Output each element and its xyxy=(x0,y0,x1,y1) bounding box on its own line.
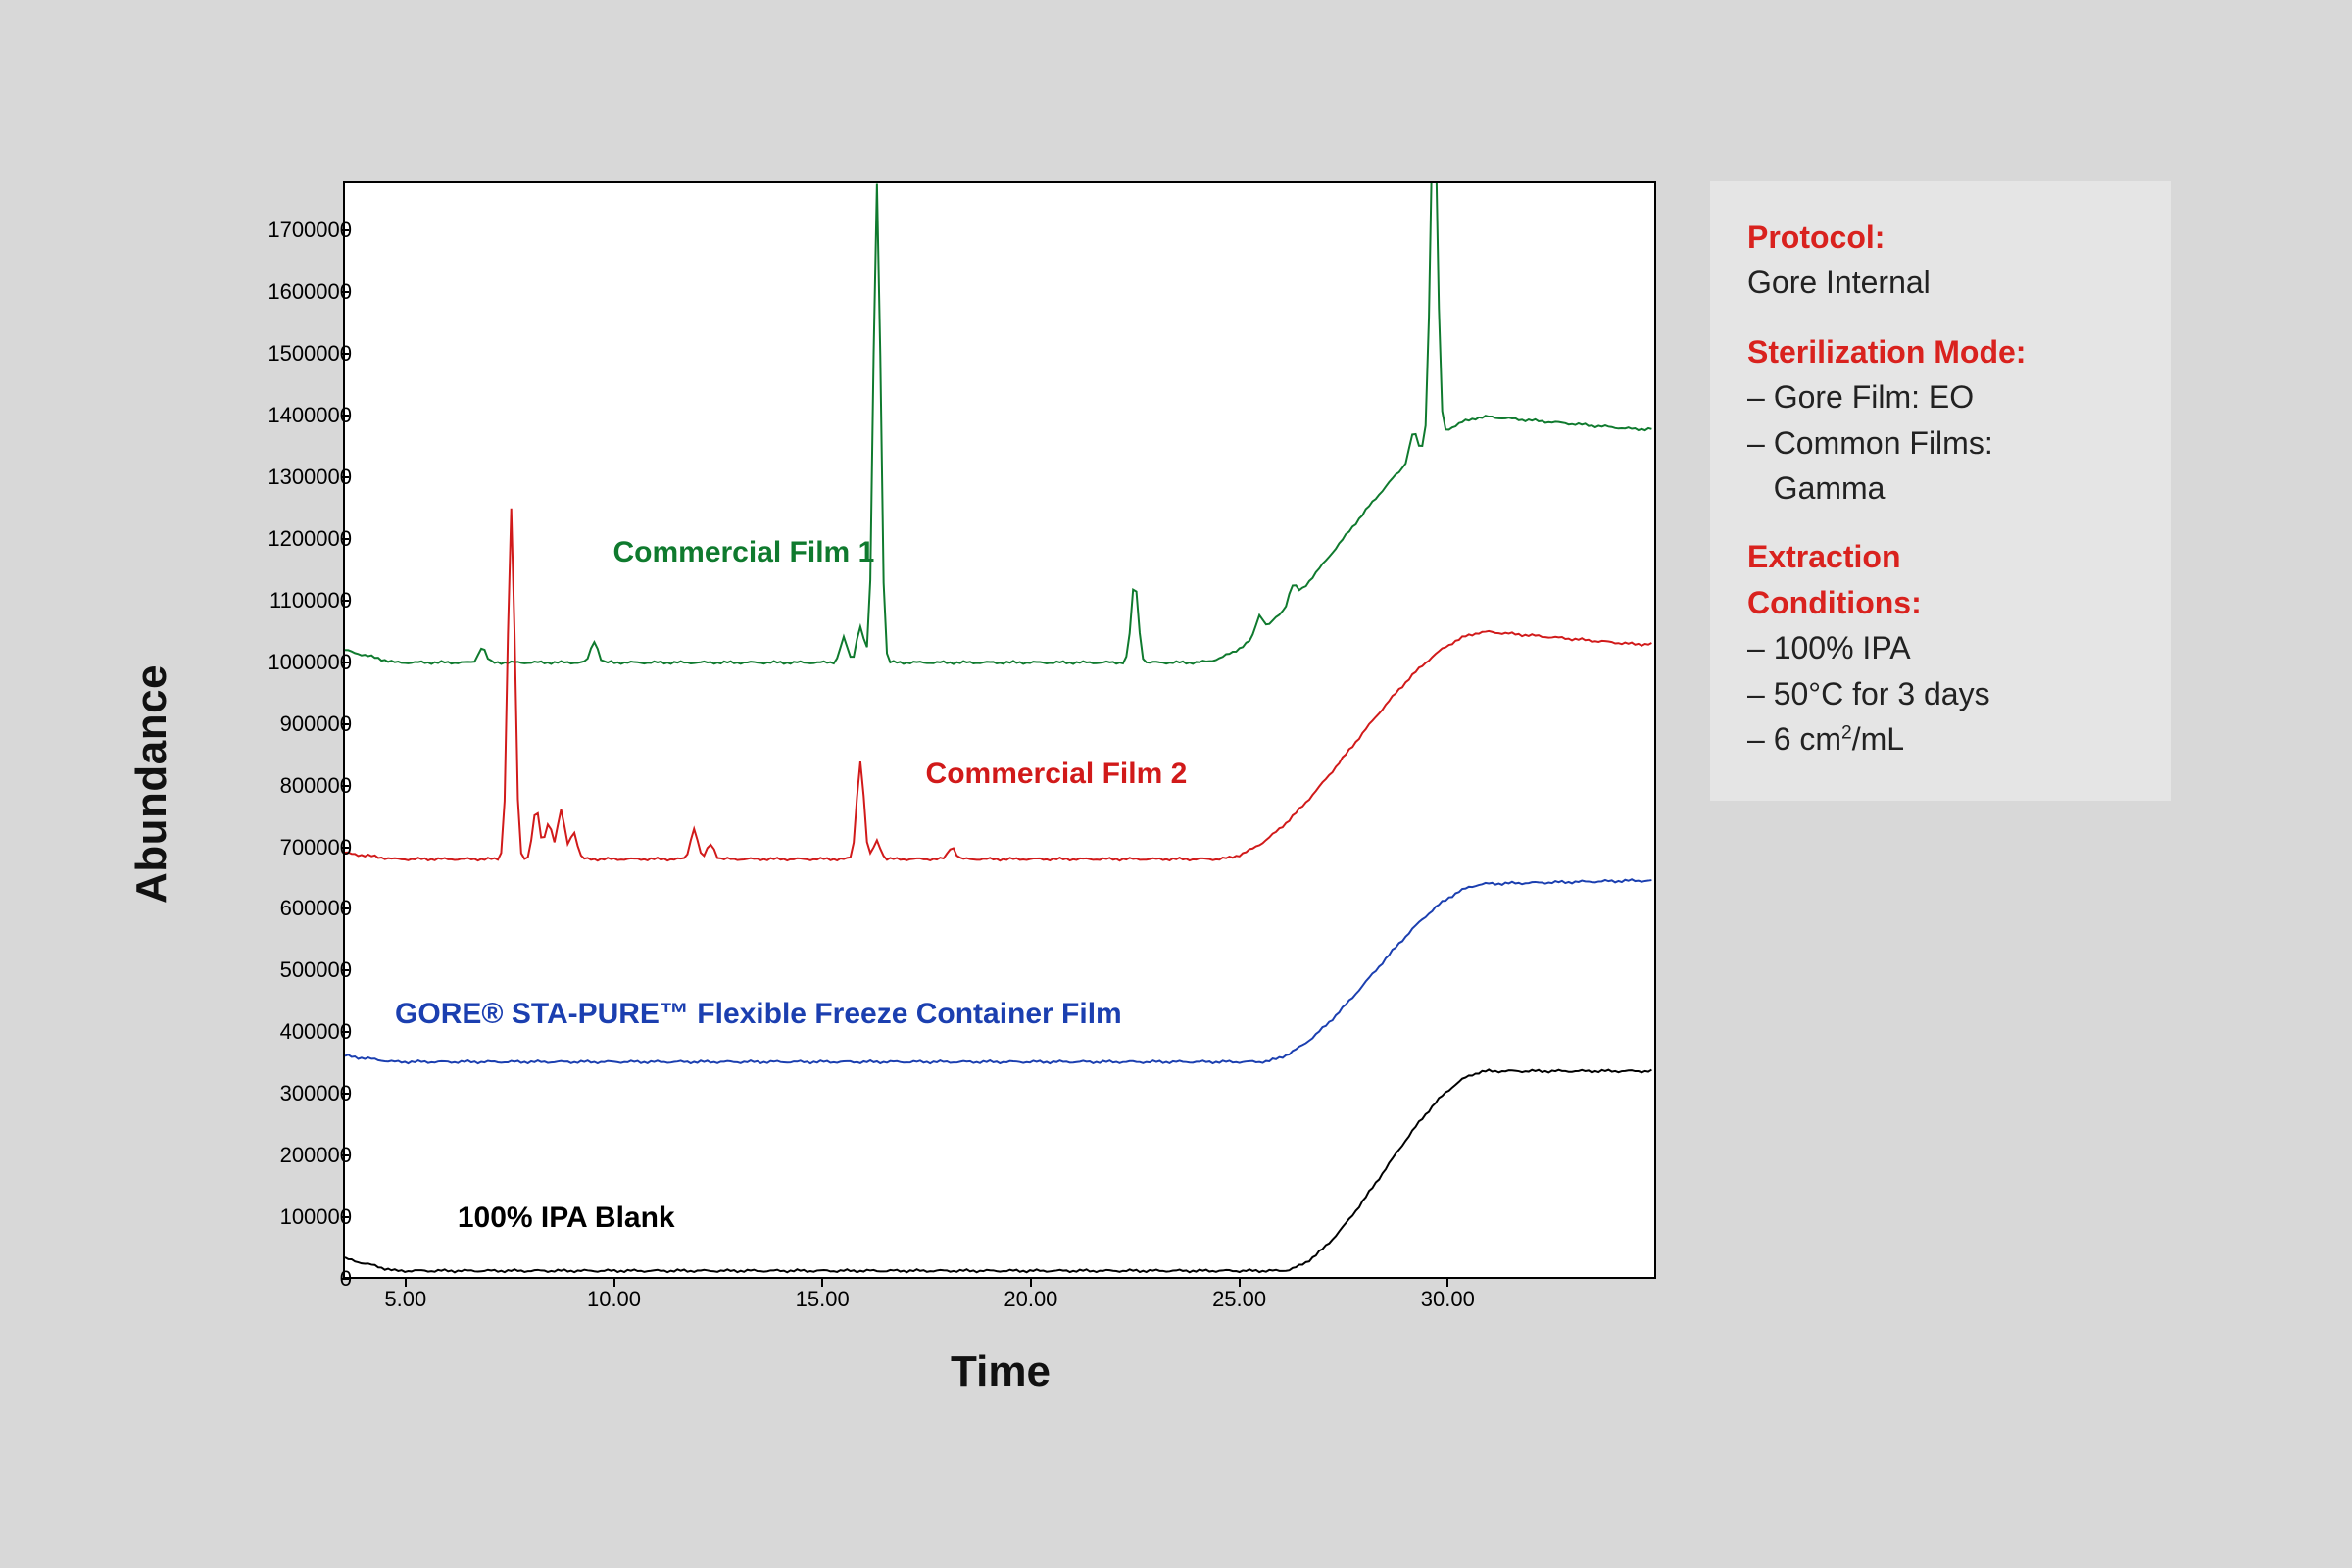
sterilization-item: – Common Films: xyxy=(1747,420,2133,466)
y-tick-label: 1500000 xyxy=(244,341,352,367)
y-tick-label: 700000 xyxy=(244,835,352,860)
y-tick-label: 1200000 xyxy=(244,526,352,552)
x-tick-label: 5.00 xyxy=(384,1287,426,1312)
extraction-heading-1: Extraction xyxy=(1747,534,2133,579)
y-tick-label: 300000 xyxy=(244,1081,352,1106)
plot-area: Commercial Film 1 Commercial Film 2 GORE® … xyxy=(343,181,1656,1279)
y-tick-label: 1000000 xyxy=(244,650,352,675)
chromatogram-chart: Abundance Time Commercial Film 1Commerci… xyxy=(181,181,1671,1387)
extraction-item: – 100% IPA xyxy=(1747,625,2133,670)
y-tick-label: 1700000 xyxy=(244,218,352,243)
y-axis-label: Abundance xyxy=(127,664,176,904)
protocol-heading: Protocol: xyxy=(1747,215,2133,260)
protocol-value: Gore Internal xyxy=(1747,260,2133,305)
series-label: Commercial Film 1 xyxy=(612,536,874,569)
y-tick-label: 0 xyxy=(244,1266,352,1292)
x-tick-label: 15.00 xyxy=(796,1287,850,1312)
y-tick-label: 200000 xyxy=(244,1143,352,1168)
trace-commercial-film-1 xyxy=(345,183,1651,664)
trace-gore-sta-pure-flexible-freeze-container-film xyxy=(345,879,1651,1063)
x-axis-label: Time xyxy=(951,1348,1051,1396)
sterilization-heading: Sterilization Mode: xyxy=(1747,329,2133,374)
y-tick-label: 1600000 xyxy=(244,279,352,305)
y-tick-label: 800000 xyxy=(244,773,352,799)
trace-commercial-film-2 xyxy=(345,509,1651,860)
y-tick-label: 600000 xyxy=(244,896,352,921)
y-tick-label: 500000 xyxy=(244,957,352,983)
sterilization-item: Gamma xyxy=(1747,466,2133,511)
extraction-heading-2: Conditions: xyxy=(1747,580,2133,625)
series-label: GORE® STA-PURE™ Flexible Freeze Containe… xyxy=(395,998,1122,1031)
trace-100-ipa-blank xyxy=(345,1069,1651,1272)
y-tick-label: 900000 xyxy=(244,711,352,737)
x-tick-label: 10.00 xyxy=(587,1287,641,1312)
y-tick-label: 1300000 xyxy=(244,465,352,490)
x-tick-label: 30.00 xyxy=(1421,1287,1475,1312)
conditions-panel: Protocol: Gore Internal Sterilization Mo… xyxy=(1710,181,2171,801)
extraction-item: – 6 cm2/mL xyxy=(1747,716,2133,761)
series-label: Commercial Film 2 xyxy=(926,758,1188,791)
x-tick-label: 25.00 xyxy=(1212,1287,1266,1312)
chart-traces xyxy=(345,183,1654,1277)
series-label: 100% IPA Blank xyxy=(458,1201,675,1235)
sterilization-item: – Gore Film: EO xyxy=(1747,374,2133,419)
y-tick-label: 1400000 xyxy=(244,403,352,428)
y-tick-label: 400000 xyxy=(244,1019,352,1045)
figure-frame: Abundance Time Commercial Film 1Commerci… xyxy=(142,142,2210,1426)
y-tick-label: 1100000 xyxy=(244,588,352,613)
extraction-item: – 50°C for 3 days xyxy=(1747,671,2133,716)
y-tick-label: 100000 xyxy=(244,1204,352,1230)
x-tick-label: 20.00 xyxy=(1004,1287,1057,1312)
